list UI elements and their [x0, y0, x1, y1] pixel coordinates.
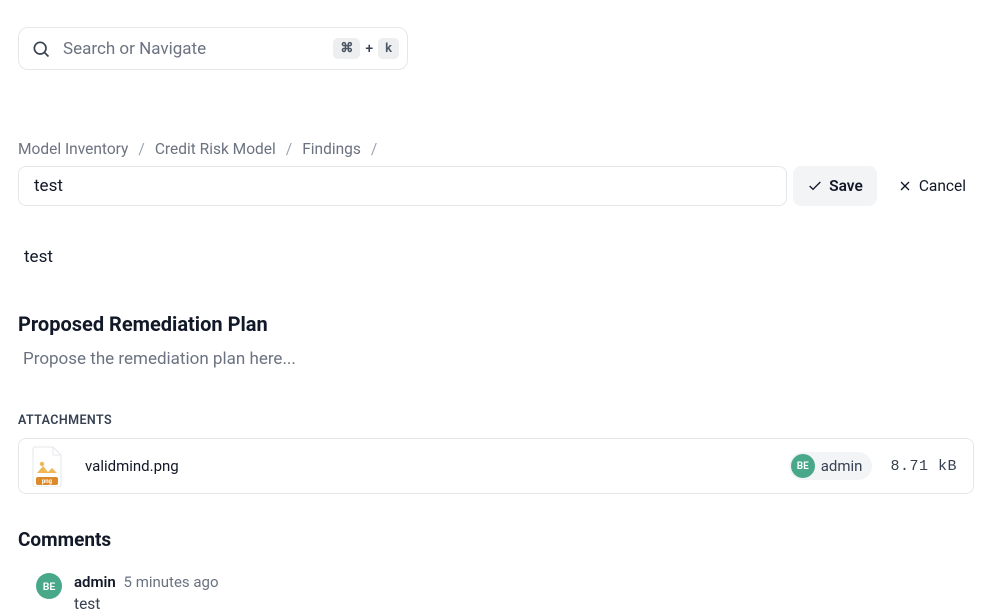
kbd-key: k	[378, 38, 399, 59]
avatar: BE	[36, 573, 62, 599]
attachment-size: 8.71 kB	[890, 458, 957, 475]
comments-heading: Comments	[18, 528, 111, 551]
comment-username: admin	[74, 573, 116, 591]
comment-time: 5 minutes ago	[124, 573, 219, 591]
title-input[interactable]	[18, 166, 787, 206]
search-shortcut: ⌘ + k	[333, 38, 399, 59]
avatar: BE	[791, 454, 815, 478]
remediation-placeholder[interactable]: Propose the remediation plan here...	[23, 349, 296, 369]
breadcrumb: Model Inventory / Credit Risk Model / Fi…	[18, 140, 377, 158]
svg-text:png: png	[42, 478, 53, 485]
remediation-heading: Proposed Remediation Plan	[18, 312, 268, 336]
cancel-button[interactable]: Cancel	[883, 166, 980, 206]
breadcrumb-item[interactable]: Credit Risk Model	[155, 140, 276, 158]
save-button[interactable]: Save	[793, 166, 877, 206]
close-icon	[897, 178, 913, 194]
kbd-plus: +	[365, 41, 373, 57]
save-label: Save	[829, 177, 863, 195]
attachment-user: BE admin	[789, 452, 873, 480]
breadcrumb-item[interactable]: Model Inventory	[18, 140, 128, 158]
check-icon	[807, 178, 823, 194]
kbd-mod: ⌘	[333, 38, 360, 59]
breadcrumb-item[interactable]: Findings	[302, 140, 361, 158]
comment-item: BE admin 5 minutes ago test	[36, 573, 219, 613]
search-icon	[31, 39, 51, 59]
cancel-label: Cancel	[919, 177, 966, 195]
comment-body: test	[74, 595, 219, 613]
title-row: Save Cancel	[18, 166, 980, 206]
breadcrumb-separator: /	[138, 140, 144, 158]
comment-header: admin 5 minutes ago	[74, 573, 219, 591]
attachments-label: ATTACHMENTS	[18, 413, 112, 428]
attachment-username: admin	[821, 457, 863, 475]
breadcrumb-separator: /	[286, 140, 292, 158]
finding-body: test	[24, 247, 53, 267]
breadcrumb-separator: /	[371, 140, 377, 158]
search-placeholder: Search or Navigate	[63, 39, 333, 59]
file-thumbnail-icon: png	[29, 445, 65, 487]
search-input-wrap[interactable]: Search or Navigate ⌘ + k	[18, 27, 408, 70]
attachment-filename: validmind.png	[85, 457, 789, 475]
attachment-row[interactable]: png validmind.png BE admin 8.71 kB	[18, 438, 974, 494]
